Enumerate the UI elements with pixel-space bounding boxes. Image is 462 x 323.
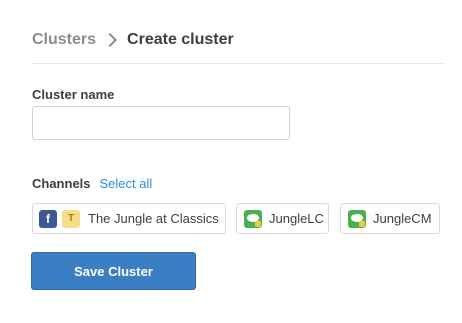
chevron-right-icon (102, 32, 118, 48)
page-title: Create cluster (127, 31, 234, 48)
create-cluster-page: Clusters Create cluster Cluster name Cha… (0, 0, 462, 323)
facebook-icon: f (39, 209, 57, 228)
chat-app-icon (348, 209, 366, 228)
channel-chip-label: The Jungle at Classics (88, 211, 219, 226)
channel-chip-junglelc[interactable]: JungleLC (236, 203, 329, 234)
cluster-name-input[interactable] (32, 106, 290, 140)
channel-chip-label: JungleCM (373, 211, 432, 226)
cluster-name-label: Cluster name (32, 87, 115, 102)
save-cluster-button[interactable]: Save Cluster (31, 252, 196, 290)
channel-chip-the-jungle-at-classics[interactable]: f T The Jungle at Classics (32, 203, 226, 234)
t-badge-icon: T (62, 209, 80, 228)
channel-chip-junglecm[interactable]: JungleCM (340, 203, 440, 234)
channel-chip-label: JungleLC (269, 211, 324, 226)
channels-label: Channels (32, 176, 91, 191)
breadcrumb-clusters-link[interactable]: Clusters (32, 31, 96, 49)
header-divider (32, 63, 444, 64)
channels-header: Channels Select all (32, 176, 152, 191)
select-all-link[interactable]: Select all (100, 176, 153, 191)
breadcrumb: Clusters Create cluster (32, 30, 234, 50)
chat-app-icon (244, 209, 262, 228)
